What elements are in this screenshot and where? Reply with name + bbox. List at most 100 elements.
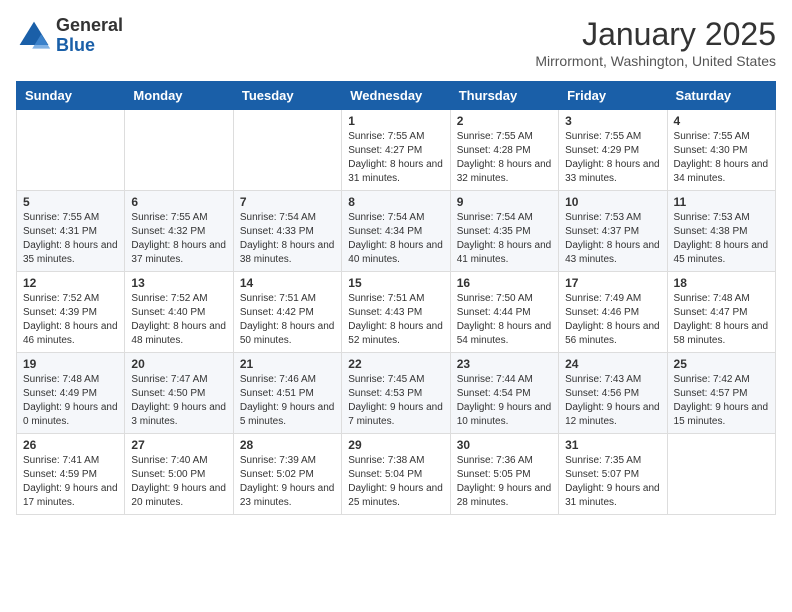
day-number: 22 xyxy=(348,357,443,371)
day-info: Sunrise: 7:55 AMSunset: 4:30 PMDaylight:… xyxy=(674,130,769,186)
calendar-day: 30 Sunrise: 7:36 AMSunset: 5:05 PMDayligh… xyxy=(450,434,558,515)
day-info: Sunrise: 7:38 AMSunset: 5:04 PMDaylight:… xyxy=(348,454,443,510)
day-info: Sunrise: 7:45 AMSunset: 4:53 PMDaylight:… xyxy=(348,373,443,429)
day-number: 4 xyxy=(674,114,769,128)
calendar-day: 11 Sunrise: 7:53 AMSunset: 4:38 PMDayligh… xyxy=(667,191,775,272)
day-info: Sunrise: 7:50 AMSunset: 4:44 PMDaylight:… xyxy=(457,292,552,348)
weekday-row: SundayMondayTuesdayWednesdayThursdayFrid… xyxy=(17,82,776,110)
day-info: Sunrise: 7:41 AMSunset: 4:59 PMDaylight:… xyxy=(23,454,118,510)
day-number: 25 xyxy=(674,357,769,371)
day-number: 5 xyxy=(23,195,118,209)
weekday-header: Wednesday xyxy=(342,82,450,110)
day-info: Sunrise: 7:51 AMSunset: 4:43 PMDaylight:… xyxy=(348,292,443,348)
location-title: Mirrormont, Washington, United States xyxy=(535,53,776,69)
day-info: Sunrise: 7:52 AMSunset: 4:40 PMDaylight:… xyxy=(131,292,226,348)
calendar-day xyxy=(667,434,775,515)
day-info: Sunrise: 7:52 AMSunset: 4:39 PMDaylight:… xyxy=(23,292,118,348)
weekday-header: Friday xyxy=(559,82,667,110)
day-info: Sunrise: 7:47 AMSunset: 4:50 PMDaylight:… xyxy=(131,373,226,429)
logo: General Blue xyxy=(16,16,123,56)
day-info: Sunrise: 7:54 AMSunset: 4:35 PMDaylight:… xyxy=(457,211,552,267)
calendar-day: 10 Sunrise: 7:53 AMSunset: 4:37 PMDayligh… xyxy=(559,191,667,272)
calendar-day: 26 Sunrise: 7:41 AMSunset: 4:59 PMDayligh… xyxy=(17,434,125,515)
calendar-day: 3Sunrise: 7:55 AMSunset: 4:29 PMDaylight… xyxy=(559,110,667,191)
calendar-week: 19 Sunrise: 7:48 AMSunset: 4:49 PMDayligh… xyxy=(17,353,776,434)
calendar-day: 2Sunrise: 7:55 AMSunset: 4:28 PMDaylight… xyxy=(450,110,558,191)
day-number: 11 xyxy=(674,195,769,209)
logo-text: General Blue xyxy=(56,16,123,56)
calendar-header: SundayMondayTuesdayWednesdayThursdayFrid… xyxy=(17,82,776,110)
day-number: 31 xyxy=(565,438,660,452)
day-number: 27 xyxy=(131,438,226,452)
logo-blue: Blue xyxy=(56,36,123,56)
calendar-day: 17 Sunrise: 7:49 AMSunset: 4:46 PMDayligh… xyxy=(559,272,667,353)
day-info: Sunrise: 7:54 AMSunset: 4:34 PMDaylight:… xyxy=(348,211,443,267)
day-number: 16 xyxy=(457,276,552,290)
calendar-day: 24 Sunrise: 7:43 AMSunset: 4:56 PMDayligh… xyxy=(559,353,667,434)
calendar-day: 22 Sunrise: 7:45 AMSunset: 4:53 PMDayligh… xyxy=(342,353,450,434)
calendar-day: 8 Sunrise: 7:54 AMSunset: 4:34 PMDaylight… xyxy=(342,191,450,272)
day-info: Sunrise: 7:44 AMSunset: 4:54 PMDaylight:… xyxy=(457,373,552,429)
day-number: 7 xyxy=(240,195,335,209)
calendar-day: 18Sunrise: 7:48 AMSunset: 4:47 PMDayligh… xyxy=(667,272,775,353)
day-info: Sunrise: 7:36 AMSunset: 5:05 PMDaylight:… xyxy=(457,454,552,510)
calendar-day: 28 Sunrise: 7:39 AMSunset: 5:02 PMDayligh… xyxy=(233,434,341,515)
day-number: 15 xyxy=(348,276,443,290)
day-info: Sunrise: 7:42 AMSunset: 4:57 PMDaylight:… xyxy=(674,373,769,429)
day-number: 30 xyxy=(457,438,552,452)
calendar-day: 13 Sunrise: 7:52 AMSunset: 4:40 PMDayligh… xyxy=(125,272,233,353)
logo-icon xyxy=(16,18,52,54)
calendar-day: 15 Sunrise: 7:51 AMSunset: 4:43 PMDayligh… xyxy=(342,272,450,353)
calendar-day: 5Sunrise: 7:55 AMSunset: 4:31 PMDaylight… xyxy=(17,191,125,272)
day-info: Sunrise: 7:53 AMSunset: 4:37 PMDaylight:… xyxy=(565,211,660,267)
calendar-day xyxy=(17,110,125,191)
day-info: Sunrise: 7:55 AMSunset: 4:27 PMDaylight:… xyxy=(348,130,443,186)
calendar-day: 4 Sunrise: 7:55 AMSunset: 4:30 PMDaylight… xyxy=(667,110,775,191)
day-info: Sunrise: 7:54 AMSunset: 4:33 PMDaylight:… xyxy=(240,211,335,267)
day-number: 18 xyxy=(674,276,769,290)
day-info: Sunrise: 7:49 AMSunset: 4:46 PMDaylight:… xyxy=(565,292,660,348)
day-info: Sunrise: 7:48 AMSunset: 4:49 PMDaylight:… xyxy=(23,373,118,429)
day-info: Sunrise: 7:53 AMSunset: 4:38 PMDaylight:… xyxy=(674,211,769,267)
calendar-day: 20 Sunrise: 7:47 AMSunset: 4:50 PMDayligh… xyxy=(125,353,233,434)
day-number: 26 xyxy=(23,438,118,452)
day-info: Sunrise: 7:43 AMSunset: 4:56 PMDaylight:… xyxy=(565,373,660,429)
calendar-week: 5Sunrise: 7:55 AMSunset: 4:31 PMDaylight… xyxy=(17,191,776,272)
day-number: 6 xyxy=(131,195,226,209)
day-number: 19 xyxy=(23,357,118,371)
day-number: 28 xyxy=(240,438,335,452)
weekday-header: Tuesday xyxy=(233,82,341,110)
month-title: January 2025 xyxy=(535,16,776,53)
day-number: 21 xyxy=(240,357,335,371)
day-number: 17 xyxy=(565,276,660,290)
page-header: General Blue January 2025 Mirrormont, Wa… xyxy=(16,16,776,69)
day-number: 24 xyxy=(565,357,660,371)
day-number: 14 xyxy=(240,276,335,290)
day-number: 12 xyxy=(23,276,118,290)
calendar-day: 23Sunrise: 7:44 AMSunset: 4:54 PMDayligh… xyxy=(450,353,558,434)
calendar-day: 21Sunrise: 7:46 AMSunset: 4:51 PMDayligh… xyxy=(233,353,341,434)
calendar-day: 19 Sunrise: 7:48 AMSunset: 4:49 PMDayligh… xyxy=(17,353,125,434)
day-info: Sunrise: 7:51 AMSunset: 4:42 PMDaylight:… xyxy=(240,292,335,348)
calendar-week: 12 Sunrise: 7:52 AMSunset: 4:39 PMDayligh… xyxy=(17,272,776,353)
calendar-day: 6 Sunrise: 7:55 AMSunset: 4:32 PMDaylight… xyxy=(125,191,233,272)
calendar-day: 27 Sunrise: 7:40 AMSunset: 5:00 PMDayligh… xyxy=(125,434,233,515)
calendar-day: 9 Sunrise: 7:54 AMSunset: 4:35 PMDaylight… xyxy=(450,191,558,272)
day-number: 13 xyxy=(131,276,226,290)
day-info: Sunrise: 7:40 AMSunset: 5:00 PMDaylight:… xyxy=(131,454,226,510)
weekday-header: Thursday xyxy=(450,82,558,110)
weekday-header: Saturday xyxy=(667,82,775,110)
weekday-header: Monday xyxy=(125,82,233,110)
calendar-day xyxy=(125,110,233,191)
logo-general: General xyxy=(56,16,123,36)
day-info: Sunrise: 7:55 AMSunset: 4:32 PMDaylight:… xyxy=(131,211,226,267)
title-section: January 2025 Mirrormont, Washington, Uni… xyxy=(535,16,776,69)
calendar-body: 1 Sunrise: 7:55 AMSunset: 4:27 PMDaylight… xyxy=(17,110,776,515)
day-number: 1 xyxy=(348,114,443,128)
day-number: 10 xyxy=(565,195,660,209)
day-number: 8 xyxy=(348,195,443,209)
day-info: Sunrise: 7:39 AMSunset: 5:02 PMDaylight:… xyxy=(240,454,335,510)
day-number: 20 xyxy=(131,357,226,371)
day-number: 9 xyxy=(457,195,552,209)
day-info: Sunrise: 7:35 AMSunset: 5:07 PMDaylight:… xyxy=(565,454,660,510)
